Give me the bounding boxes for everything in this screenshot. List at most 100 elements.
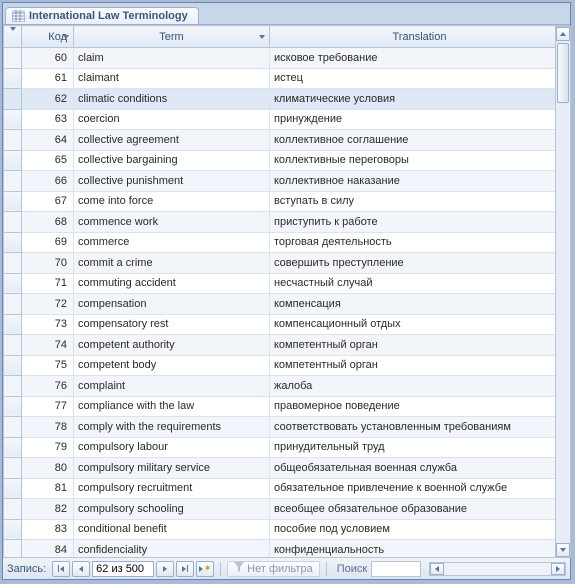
cell-translation[interactable]: компетентный орган — [270, 335, 570, 356]
cell-translation[interactable]: торговая деятельность — [270, 232, 570, 253]
cell-term[interactable]: commuting accident — [74, 273, 270, 294]
row-selector[interactable] — [4, 335, 22, 356]
cell-term[interactable]: compensatory rest — [74, 314, 270, 335]
cell-code[interactable]: 73 — [22, 314, 74, 335]
cell-translation[interactable]: пособие под условием — [270, 519, 570, 540]
cell-term[interactable]: come into force — [74, 191, 270, 212]
cell-term[interactable]: collective bargaining — [74, 150, 270, 171]
cell-translation[interactable]: компенсация — [270, 294, 570, 315]
table-row[interactable]: 76complaintжалоба — [4, 376, 570, 397]
cell-translation[interactable]: несчастный случай — [270, 273, 570, 294]
table-row[interactable]: 70commit a crimeсовершить преступление — [4, 253, 570, 274]
cell-translation[interactable]: вступать в силу — [270, 191, 570, 212]
cell-term[interactable]: compulsory military service — [74, 458, 270, 479]
scroll-left-button[interactable] — [430, 563, 444, 575]
cell-translation[interactable]: принуждение — [270, 109, 570, 130]
row-selector[interactable] — [4, 109, 22, 130]
column-header-term[interactable]: Term — [74, 26, 270, 48]
cell-term[interactable]: competent authority — [74, 335, 270, 356]
cell-translation[interactable]: принудительный труд — [270, 437, 570, 458]
row-selector[interactable] — [4, 253, 22, 274]
table-row[interactable]: 72compensationкомпенсация — [4, 294, 570, 315]
cell-code[interactable]: 60 — [22, 48, 74, 69]
table-row[interactable]: 81compulsory recruitmentобязательное при… — [4, 478, 570, 499]
row-selector[interactable] — [4, 232, 22, 253]
cell-translation[interactable]: компенсационный отдых — [270, 314, 570, 335]
cell-translation[interactable]: соответствовать установленным требования… — [270, 417, 570, 438]
table-row[interactable]: 66collective punishmentколлективное нака… — [4, 171, 570, 192]
cell-code[interactable]: 63 — [22, 109, 74, 130]
cell-translation[interactable]: правомерное поведение — [270, 396, 570, 417]
cell-term[interactable]: claimant — [74, 68, 270, 89]
row-selector[interactable] — [4, 212, 22, 233]
table-row[interactable]: 69commerceторговая деятельность — [4, 232, 570, 253]
cell-term[interactable]: compensation — [74, 294, 270, 315]
scroll-up-button[interactable] — [556, 27, 570, 41]
cell-translation[interactable]: жалоба — [270, 376, 570, 397]
cell-term[interactable]: conditional benefit — [74, 519, 270, 540]
cell-translation[interactable]: коллективные переговоры — [270, 150, 570, 171]
row-selector[interactable] — [4, 499, 22, 520]
cell-term[interactable]: commerce — [74, 232, 270, 253]
table-row[interactable]: 64collective agreementколлективное согла… — [4, 130, 570, 151]
cell-code[interactable]: 77 — [22, 396, 74, 417]
table-row[interactable]: 79compulsory labourпринудительный труд — [4, 437, 570, 458]
table-row[interactable]: 68commence workприступить к работе — [4, 212, 570, 233]
table-row[interactable]: 63coercionпринуждение — [4, 109, 570, 130]
cell-term[interactable]: claim — [74, 48, 270, 69]
prev-record-button[interactable] — [72, 561, 90, 577]
cell-code[interactable]: 81 — [22, 478, 74, 499]
table-row[interactable]: 62climatic conditionsклиматические услов… — [4, 89, 570, 110]
table-row[interactable]: 83conditional benefitпособие под условие… — [4, 519, 570, 540]
row-selector[interactable] — [4, 396, 22, 417]
cell-code[interactable]: 80 — [22, 458, 74, 479]
row-selector[interactable] — [4, 314, 22, 335]
table-row[interactable]: 74competent authorityкомпетентный орган — [4, 335, 570, 356]
last-record-button[interactable] — [176, 561, 194, 577]
cell-code[interactable]: 71 — [22, 273, 74, 294]
table-row[interactable]: 82compulsory schoolingвсеобщее обязатель… — [4, 499, 570, 520]
cell-translation[interactable]: коллективное наказание — [270, 171, 570, 192]
row-selector[interactable] — [4, 478, 22, 499]
cell-translation[interactable]: обязательное привлечение к военной служб… — [270, 478, 570, 499]
table-row[interactable]: 71commuting accidentнесчастный случай — [4, 273, 570, 294]
cell-code[interactable]: 75 — [22, 355, 74, 376]
search-input[interactable] — [371, 561, 421, 577]
cell-term[interactable]: comply with the requirements — [74, 417, 270, 438]
select-all-header[interactable] — [4, 26, 22, 48]
row-selector[interactable] — [4, 89, 22, 110]
cell-translation[interactable]: коллективное соглашение — [270, 130, 570, 151]
chevron-down-icon[interactable] — [259, 35, 265, 39]
record-position-input[interactable] — [92, 561, 154, 577]
cell-translation[interactable]: исковое требование — [270, 48, 570, 69]
column-header-code[interactable]: Код — [22, 26, 74, 48]
table-row[interactable]: 60claimисковое требование — [4, 48, 570, 69]
row-selector[interactable] — [4, 458, 22, 479]
scroll-down-button[interactable] — [556, 543, 570, 557]
tab-international-law[interactable]: International Law Terminology — [5, 7, 199, 24]
cell-translation[interactable]: всеобщее обязательное образование — [270, 499, 570, 520]
row-selector[interactable] — [4, 130, 22, 151]
data-grid[interactable]: Код Term Translation 60claimисковое треб… — [3, 25, 570, 557]
cell-translation[interactable]: истец — [270, 68, 570, 89]
cell-term[interactable]: collective punishment — [74, 171, 270, 192]
cell-term[interactable]: climatic conditions — [74, 89, 270, 110]
cell-term[interactable]: confidenciality — [74, 540, 270, 558]
row-selector[interactable] — [4, 171, 22, 192]
cell-code[interactable]: 84 — [22, 540, 74, 558]
cell-code[interactable]: 62 — [22, 89, 74, 110]
scroll-track[interactable] — [444, 563, 551, 575]
cell-code[interactable]: 83 — [22, 519, 74, 540]
next-record-button[interactable] — [156, 561, 174, 577]
cell-code[interactable]: 74 — [22, 335, 74, 356]
cell-translation[interactable]: конфиденциальность — [270, 540, 570, 558]
cell-translation[interactable]: приступить к работе — [270, 212, 570, 233]
row-selector[interactable] — [4, 355, 22, 376]
cell-code[interactable]: 70 — [22, 253, 74, 274]
cell-code[interactable]: 76 — [22, 376, 74, 397]
cell-term[interactable]: compliance with the law — [74, 396, 270, 417]
cell-term[interactable]: compulsory labour — [74, 437, 270, 458]
cell-term[interactable]: compulsory schooling — [74, 499, 270, 520]
cell-code[interactable]: 68 — [22, 212, 74, 233]
table-row[interactable]: 75competent bodyкомпетентный орган — [4, 355, 570, 376]
